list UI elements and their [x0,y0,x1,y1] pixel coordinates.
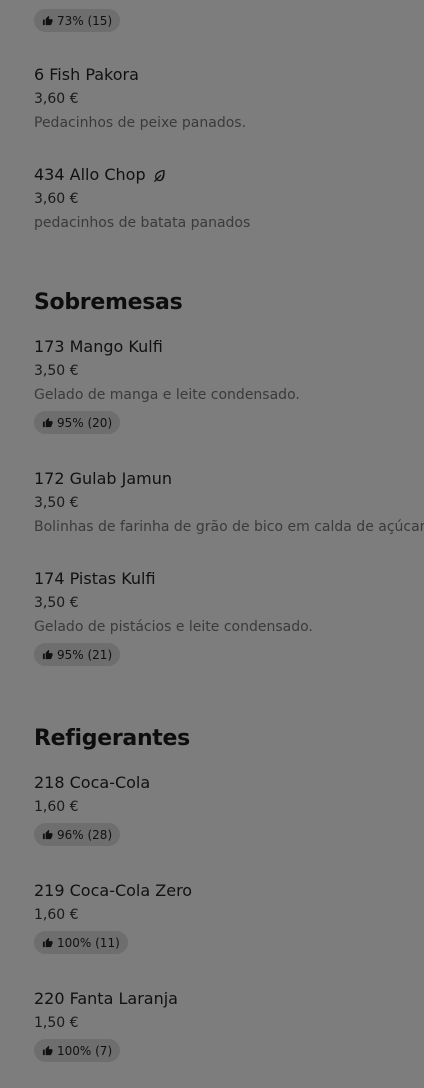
rating-label: 100% (7) [57,1043,113,1058]
menu-item[interactable]: 6 Fish Pakora 3,60 € Pedacinhos de peixe… [34,64,404,133]
rating-badge: 100% (7) [34,1039,121,1062]
leaf-icon [153,169,165,182]
rating-badge: 100% (11) [34,931,128,954]
item-price: 3,50 € [34,595,79,611]
item-price: 3,60 € [34,91,79,107]
thumbs-up-icon [42,649,53,660]
rating-label: 73% (15) [57,13,113,28]
rating-badge: 96% (28) [34,823,121,846]
item-name: 6 Fish Pakora [34,65,139,84]
menu-item[interactable]: 219 Coca-Cola Zero 1,60 € 100% (11) [34,880,404,954]
section-title-sobremesas: Sobremesas [34,290,183,315]
rating-badge: 95% (20) [34,411,121,434]
item-name: 172 Gulab Jamun [34,469,173,488]
item-description: Gelado de manga e leite condensado. [34,387,300,403]
item-price: 3,60 € [34,191,79,207]
item-name: 219 Coca-Cola Zero [34,881,193,900]
menu-item[interactable]: 174 Pistas Kulfi 3,50 € Gelado de pistác… [34,568,404,666]
menu-item[interactable]: 218 Coca-Cola 1,60 € 96% (28) [34,772,404,846]
item-name: 174 Pistas Kulfi [34,569,156,588]
rating-badge: 95% (21) [34,643,121,666]
item-price: 1,60 € [34,907,79,923]
menu-item[interactable]: 173 Mango Kulfi 3,50 € Gelado de manga e… [34,336,404,434]
rating-label: 95% (21) [57,647,113,662]
rating-label: 95% (20) [57,415,113,430]
item-price: 3,50 € [34,363,79,379]
thumbs-up-icon [42,829,53,840]
thumbs-up-icon [42,15,53,26]
rating-label: 100% (11) [57,935,120,950]
menu-item[interactable]: 434 Allo Chop 3,60 € pedacinhos de batat… [34,164,404,233]
item-price: 1,50 € [34,1015,79,1031]
item-description: Bolinhas de farinha de grão de bico em c… [34,519,424,535]
menu-page: 73% (15) 6 Fish Pakora 3,60 € Pedacinhos… [0,0,424,1088]
section-title-refigerantes: Refigerantes [34,726,190,751]
menu-item[interactable]: 172 Gulab Jamun 3,50 € Bolinhas de farin… [34,468,424,537]
menu-item[interactable]: 220 Fanta Laranja 1,50 € 100% (7) [34,988,404,1062]
rating-label: 96% (28) [57,827,113,842]
item-description: Pedacinhos de peixe panados. [34,115,247,131]
item-name: 173 Mango Kulfi [34,337,163,356]
thumbs-up-icon [42,937,53,948]
item-description: Gelado de pistácios e leite condensado. [34,619,313,635]
item-price: 1,60 € [34,799,79,815]
rating-badge: 73% (15) [34,9,121,32]
thumbs-up-icon [42,417,53,428]
item-description: pedacinhos de batata panados [34,215,251,231]
item-price: 3,50 € [34,495,79,511]
item-name: 220 Fanta Laranja [34,989,178,1008]
item-name: 218 Coca-Cola [34,773,151,792]
item-name: 434 Allo Chop [34,164,404,186]
thumbs-up-icon [42,1045,53,1056]
top-rating-item: 73% (15) [34,9,404,32]
